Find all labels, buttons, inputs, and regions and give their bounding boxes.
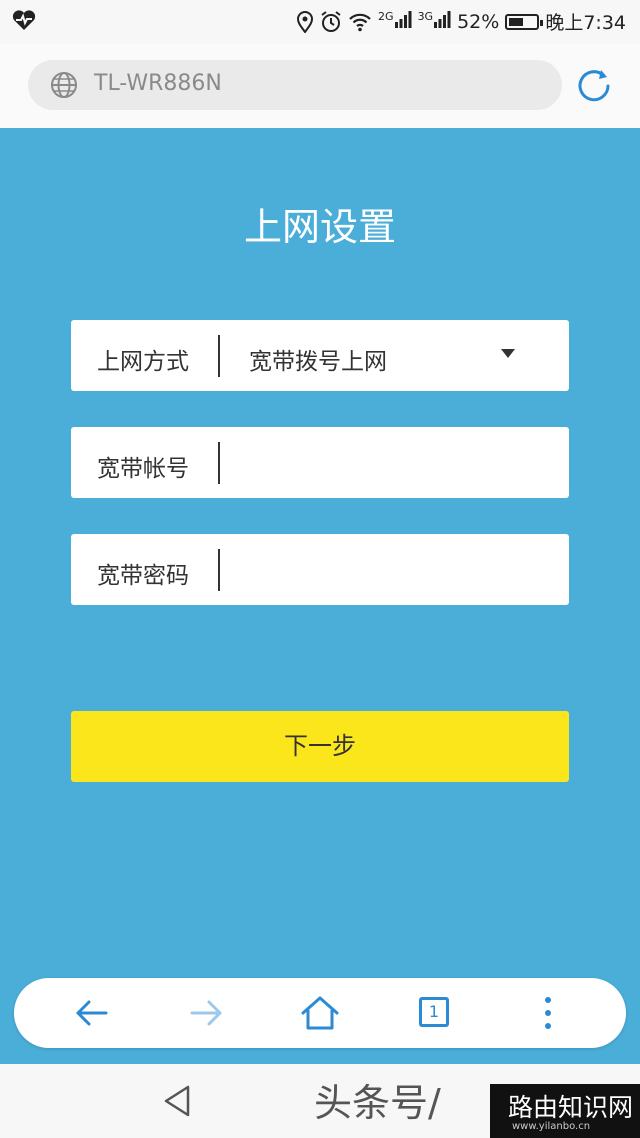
- wifi-icon: [349, 13, 371, 31]
- connection-type-label: 上网方式: [97, 349, 189, 375]
- status-left: [12, 9, 36, 36]
- watermark-site: 路由知识网 www.yilanbo.cn: [490, 1084, 640, 1138]
- forward-arrow-icon[interactable]: [186, 993, 226, 1033]
- text-cursor: [218, 549, 220, 591]
- reload-icon[interactable]: [574, 66, 614, 106]
- page-title: 上网设置: [243, 205, 396, 249]
- broadband-password-label: 宽带密码: [97, 563, 189, 589]
- alarm-icon: [321, 10, 341, 32]
- signal-icon: [434, 11, 451, 28]
- watermark-site-name: 路由知识网: [508, 1093, 634, 1122]
- next-button[interactable]: 下一步: [71, 711, 569, 782]
- text-cursor: [218, 442, 220, 484]
- signal-icon: [394, 11, 412, 28]
- watermark-site-url: www.yilanbo.cn: [512, 1121, 591, 1132]
- status-bar: 2G 3G 52% 晚上7:34: [0, 0, 640, 44]
- battery-fill: [509, 17, 523, 26]
- back-arrow-icon[interactable]: [72, 993, 112, 1033]
- broadband-password-input[interactable]: [223, 550, 557, 592]
- globe-icon: [51, 72, 77, 98]
- tabs-icon[interactable]: 1: [414, 993, 454, 1033]
- connection-type-select[interactable]: 上网方式 宽带拨号上网: [71, 320, 569, 391]
- system-back-icon[interactable]: [162, 1084, 192, 1118]
- broadband-account-input[interactable]: [223, 443, 557, 485]
- network-3g: 3G: [418, 10, 452, 33]
- address-bar[interactable]: TL-WR886N: [28, 60, 562, 110]
- tabs-count: 1: [419, 997, 449, 1027]
- broadband-password-field: 宽带密码: [71, 534, 569, 605]
- location-icon: [297, 10, 314, 33]
- status-right: 2G 3G 52% 晚上7:34: [296, 8, 626, 35]
- connection-type-value: 宽带拨号上网: [249, 349, 387, 375]
- clock: 晚上7:34: [545, 12, 626, 34]
- browser-nav-bar: 1: [14, 978, 626, 1048]
- dropdown-caret-icon[interactable]: [501, 349, 515, 358]
- url-text: TL-WR886N: [94, 71, 222, 96]
- battery-percent: 52%: [457, 10, 500, 33]
- broadband-account-field: 宽带帐号: [71, 427, 569, 498]
- home-icon[interactable]: [300, 993, 340, 1033]
- field-divider: [218, 335, 220, 377]
- heartbeat-icon: [12, 10, 36, 31]
- browser-toolbar: TL-WR886N: [0, 44, 640, 128]
- watermark-source: 头条号/: [314, 1081, 441, 1125]
- network-2g: 2G: [378, 10, 412, 33]
- battery-icon: [505, 13, 544, 30]
- broadband-account-label: 宽带帐号: [97, 456, 189, 482]
- more-icon[interactable]: [528, 993, 568, 1033]
